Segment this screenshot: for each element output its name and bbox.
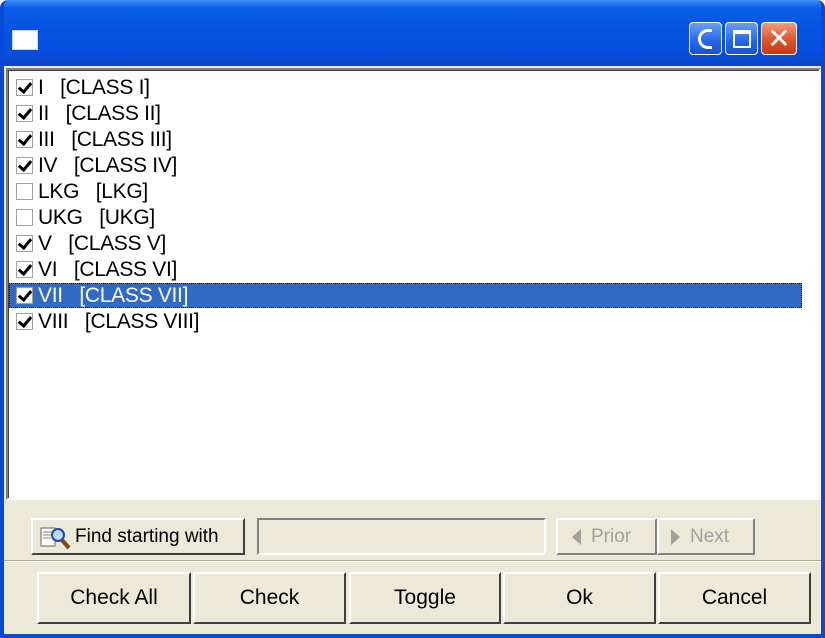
list-item[interactable]: IV [CLASS IV] bbox=[9, 153, 802, 178]
item-checkbox[interactable] bbox=[16, 157, 33, 174]
minimize-icon bbox=[698, 29, 712, 49]
item-checkbox[interactable] bbox=[16, 105, 33, 122]
close-icon: ✕ bbox=[767, 22, 791, 55]
cancel-label: Cancel bbox=[701, 586, 768, 609]
find-button-label: Find starting with bbox=[75, 525, 219, 547]
toggle-label: Toggle bbox=[394, 586, 456, 609]
list-item[interactable]: V [CLASS V] bbox=[9, 231, 802, 256]
item-checkbox[interactable] bbox=[16, 131, 33, 148]
ok-button[interactable]: Ok bbox=[503, 572, 656, 624]
ok-label: Ok bbox=[566, 586, 593, 609]
window-icon bbox=[12, 30, 38, 50]
find-input[interactable] bbox=[257, 518, 546, 555]
prior-arrow-icon bbox=[572, 528, 581, 545]
list-item[interactable]: LKG [LKG] bbox=[9, 179, 802, 204]
item-checkbox[interactable] bbox=[16, 183, 33, 200]
check-all-label: Check All bbox=[70, 586, 158, 609]
item-checkbox[interactable] bbox=[16, 235, 33, 252]
cancel-button[interactable]: Cancel bbox=[658, 572, 811, 624]
list-item[interactable]: I [CLASS I] bbox=[9, 75, 802, 100]
minimize-button[interactable] bbox=[689, 22, 722, 55]
item-checkbox[interactable] bbox=[16, 79, 33, 96]
item-label: VIII [CLASS VIII] bbox=[38, 309, 200, 333]
item-checkbox[interactable] bbox=[16, 313, 33, 330]
class-checklist[interactable]: I [CLASS I] II [CLASS II] III [CLASS III] I… bbox=[6, 68, 821, 500]
next-button[interactable]: Next bbox=[657, 518, 755, 555]
title-bar[interactable]: ✕ bbox=[4, 0, 821, 66]
list-item[interactable]: VII [CLASS VII] bbox=[9, 283, 802, 308]
dialog-window: ✕ I [CLASS I] II [CLASS II] III [CLASS III… bbox=[0, 0, 825, 638]
item-label: I [CLASS I] bbox=[38, 75, 150, 99]
item-label: IV [CLASS IV] bbox=[38, 153, 178, 177]
item-label: V [CLASS V] bbox=[38, 231, 166, 255]
next-label: Next bbox=[690, 525, 730, 547]
find-starting-with-button[interactable]: Find starting with bbox=[31, 518, 245, 555]
find-bar: Find starting with Prior Next bbox=[4, 508, 821, 556]
maximize-icon bbox=[733, 30, 751, 48]
next-arrow-icon bbox=[671, 528, 680, 545]
close-button[interactable]: ✕ bbox=[761, 22, 797, 55]
prior-button[interactable]: Prior bbox=[556, 518, 657, 555]
maximize-button[interactable] bbox=[725, 22, 758, 55]
item-label: UKG [UKG] bbox=[38, 205, 155, 229]
toggle-button[interactable]: Toggle bbox=[349, 572, 501, 624]
item-label: LKG [LKG] bbox=[38, 179, 148, 203]
prior-label: Prior bbox=[591, 525, 632, 547]
divider bbox=[4, 560, 821, 562]
check-label: Check bbox=[239, 586, 300, 609]
check-all-button[interactable]: Check All bbox=[37, 572, 191, 624]
item-label: VII [CLASS VII] bbox=[38, 283, 189, 307]
item-checkbox[interactable] bbox=[16, 287, 33, 304]
check-button[interactable]: Check bbox=[193, 572, 346, 624]
item-checkbox[interactable] bbox=[16, 261, 33, 278]
item-label: VI [CLASS VI] bbox=[38, 257, 178, 281]
list-item[interactable]: VI [CLASS VI] bbox=[9, 257, 802, 282]
list-item[interactable]: II [CLASS II] bbox=[9, 101, 802, 126]
checklist-items: I [CLASS I] II [CLASS II] III [CLASS III] I… bbox=[8, 70, 819, 498]
item-label: III [CLASS III] bbox=[38, 127, 172, 151]
item-label: II [CLASS II] bbox=[38, 101, 161, 125]
find-icon bbox=[39, 523, 71, 551]
list-item[interactable]: III [CLASS III] bbox=[9, 127, 802, 152]
item-checkbox[interactable] bbox=[16, 209, 33, 226]
list-item[interactable]: VIII [CLASS VIII] bbox=[9, 309, 802, 334]
list-item[interactable]: UKG [UKG] bbox=[9, 205, 802, 230]
